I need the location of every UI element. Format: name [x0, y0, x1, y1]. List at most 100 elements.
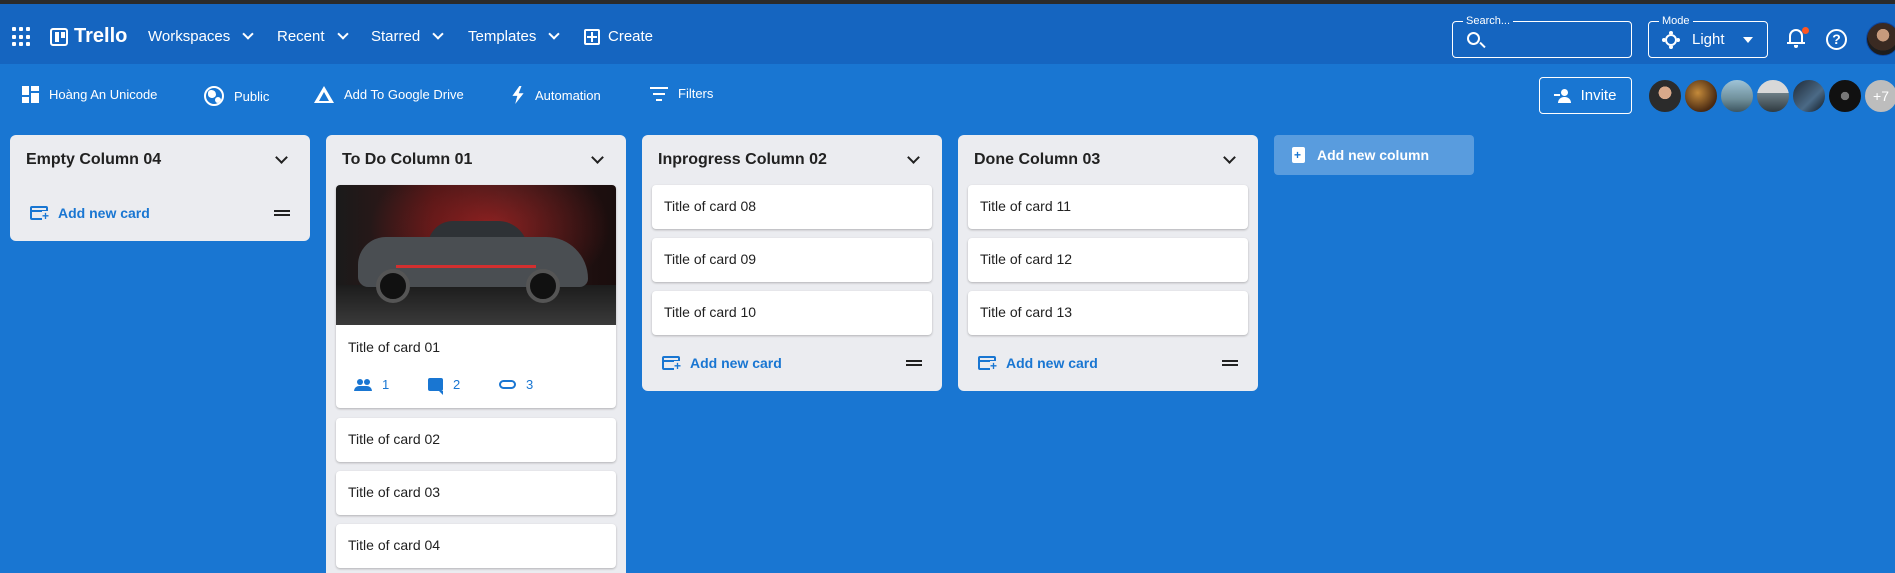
column-done-03: Done Column 03 Title of card 11 Title of… — [958, 135, 1258, 391]
drag-handle-icon[interactable] — [906, 360, 922, 366]
board-name: Hoàng An Unicode — [49, 87, 158, 102]
card[interactable]: Title of card 13 — [968, 291, 1248, 335]
bell-icon-base — [1787, 42, 1805, 44]
workspaces-label: Workspaces — [148, 28, 231, 45]
card[interactable]: Title of card 08 — [652, 185, 932, 229]
card-title: Title of card 04 — [348, 537, 441, 553]
add-card-button[interactable]: Add new card — [30, 205, 150, 221]
add-card-icon — [30, 206, 50, 221]
drag-handle-icon[interactable] — [1222, 360, 1238, 366]
visibility-chip[interactable]: Public — [204, 86, 269, 106]
search-icon — [1467, 32, 1480, 45]
member-avatar[interactable] — [1756, 79, 1790, 113]
chevron-down-icon[interactable] — [1223, 151, 1236, 164]
card-title: Title of card 08 — [664, 198, 757, 214]
recent-label: Recent — [277, 28, 325, 45]
attachment-icon — [499, 380, 516, 389]
help-icon[interactable]: ? — [1826, 29, 1847, 50]
invite-label: Invite — [1580, 87, 1617, 104]
card-title: Title of card 09 — [664, 251, 757, 267]
member-avatar[interactable] — [1828, 79, 1862, 113]
add-card-label: Add new card — [58, 205, 150, 221]
notifications-button[interactable] — [1786, 27, 1809, 49]
column-header[interactable]: To Do Column 01 — [326, 135, 626, 185]
recent-menu[interactable]: Recent — [277, 28, 349, 45]
notification-dot — [1802, 27, 1809, 34]
column-todo-01: To Do Column 01 Title of card 01 1 2 3 T… — [326, 135, 626, 573]
more-members-badge[interactable]: +7 — [1864, 79, 1895, 113]
members-count: 1 — [382, 377, 390, 392]
add-to-drive-chip[interactable]: Add To Google Drive — [314, 86, 464, 103]
member-avatar[interactable] — [1720, 79, 1754, 113]
card-members-count[interactable]: 1 — [354, 377, 389, 392]
attachments-count: 3 — [526, 377, 534, 392]
column-empty-04: Empty Column 04 Add new card — [10, 135, 310, 241]
drag-handle-icon[interactable] — [274, 210, 290, 216]
workspaces-menu[interactable]: Workspaces — [148, 28, 254, 45]
card-attachments-count[interactable]: 3 — [499, 377, 533, 392]
card[interactable]: Title of card 02 — [336, 418, 616, 462]
mode-select[interactable]: Mode Light — [1648, 15, 1768, 58]
user-avatar[interactable] — [1866, 22, 1895, 56]
sun-icon — [1665, 34, 1677, 46]
card[interactable]: Title of card 03 — [336, 471, 616, 515]
add-box-icon — [584, 28, 600, 45]
chevron-down-icon[interactable] — [275, 151, 288, 164]
mode-value: Light — [1692, 31, 1725, 48]
person-add-icon — [1553, 88, 1573, 103]
add-column-label: Add new column — [1317, 147, 1429, 163]
card-title: Title of card 01 — [348, 339, 441, 355]
filters-label: Filters — [678, 86, 714, 101]
column-header[interactable]: Done Column 03 — [958, 135, 1258, 185]
member-avatar[interactable] — [1684, 79, 1718, 113]
google-drive-icon — [314, 86, 334, 103]
add-column-button[interactable]: Add new column — [1274, 135, 1474, 175]
card[interactable]: Title of card 04 — [336, 524, 616, 568]
card-title: Title of card 13 — [980, 304, 1073, 320]
create-button[interactable]: Create — [584, 28, 653, 45]
card[interactable]: Title of card 01 1 2 3 — [336, 185, 616, 408]
chevron-down-icon — [242, 28, 254, 40]
search-input[interactable]: Search... — [1452, 15, 1632, 58]
templates-label: Templates — [468, 28, 537, 45]
bolt-icon — [512, 86, 524, 104]
member-avatar[interactable] — [1648, 79, 1682, 113]
card-title: Title of card 10 — [664, 304, 757, 320]
chevron-down-icon — [548, 28, 561, 40]
chevron-down-icon[interactable] — [591, 151, 604, 164]
column-header[interactable]: Empty Column 04 — [10, 135, 310, 185]
bell-icon — [1789, 29, 1803, 43]
visibility-label: Public — [234, 88, 270, 104]
column-title: Inprogress Column 02 — [658, 151, 827, 168]
templates-menu[interactable]: Templates — [468, 28, 561, 45]
automation-label: Automation — [535, 87, 601, 103]
dashboard-icon — [22, 86, 39, 103]
card-comments-count[interactable]: 2 — [428, 377, 460, 395]
search-label: Search... — [1463, 15, 1514, 27]
card[interactable]: Title of card 11 — [968, 185, 1248, 229]
apps-grid-icon[interactable] — [12, 27, 32, 47]
chevron-down-icon[interactable] — [907, 151, 920, 164]
drive-label: Add To Google Drive — [344, 87, 464, 102]
member-avatar[interactable] — [1792, 79, 1826, 113]
filters-chip[interactable]: Filters — [650, 86, 713, 101]
chevron-down-icon — [432, 28, 444, 40]
column-header[interactable]: Inprogress Column 02 — [642, 135, 942, 185]
brand-logo[interactable]: Trello — [50, 25, 127, 48]
invite-button[interactable]: Invite — [1539, 77, 1632, 114]
note-add-icon — [1292, 147, 1305, 163]
board-name-chip[interactable]: Hoàng An Unicode — [22, 86, 157, 103]
globe-icon — [204, 86, 224, 106]
group-icon — [354, 378, 372, 391]
add-card-label: Add new card — [1006, 355, 1098, 371]
add-card-icon — [662, 356, 682, 371]
trello-icon — [50, 27, 68, 46]
card[interactable]: Title of card 09 — [652, 238, 932, 282]
starred-menu[interactable]: Starred — [371, 28, 444, 45]
automation-chip[interactable]: Automation — [511, 86, 601, 104]
comment-icon — [428, 378, 443, 395]
card[interactable]: Title of card 10 — [652, 291, 932, 335]
add-card-button[interactable]: Add new card — [662, 355, 782, 371]
card[interactable]: Title of card 12 — [968, 238, 1248, 282]
add-card-button[interactable]: Add new card — [978, 355, 1098, 371]
